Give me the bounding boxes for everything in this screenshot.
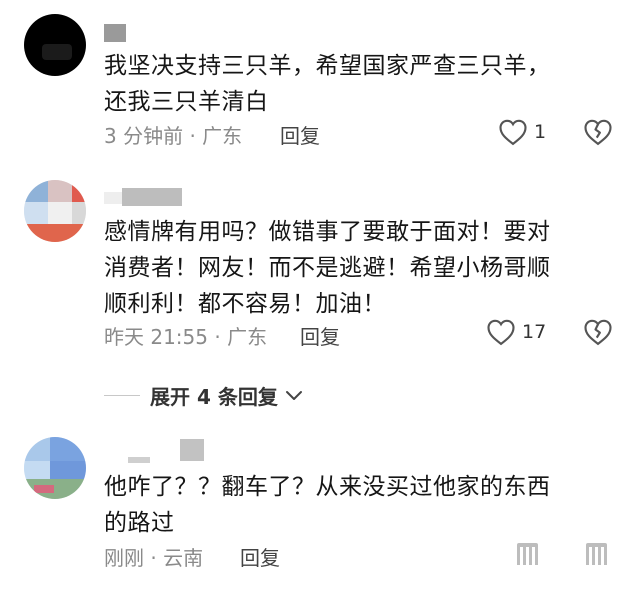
like-button[interactable]: 1 (498, 118, 546, 146)
broken-heart-icon (584, 319, 612, 346)
comment-item: 感情牌有用吗？做错事了要敢于面对！要对 消费者！网友！而不是逃避！希望小杨哥顺 … (0, 160, 640, 370)
avatar[interactable] (24, 14, 86, 76)
comment-text: 他咋了？？翻车了？从来没买过他家的东西 的路过 (104, 474, 551, 536)
comment-time-location: 刚刚 · 云南 (104, 546, 204, 570)
heart-outline-icon (487, 319, 515, 346)
expand-replies-button[interactable]: 展开 4 条回复 (104, 381, 304, 410)
placeholder-icon (517, 543, 538, 565)
avatar[interactable] (24, 180, 86, 242)
comment-time-location: 3 分钟前 · 广东 (104, 124, 243, 148)
comment-text: 我坚决支持三只羊，希望国家严查三只羊， 还我三只羊清白 (104, 53, 551, 115)
comment-item: 我坚决支持三只羊，希望国家严查三只羊， 还我三只羊清白 3 分钟前 · 广东 回… (0, 0, 640, 160)
broken-heart-icon (584, 119, 612, 146)
dislike-button[interactable] (583, 118, 613, 150)
dislike-button[interactable] (583, 541, 613, 573)
username[interactable] (104, 24, 144, 42)
avatar[interactable] (24, 437, 86, 499)
expand-replies-label: 展开 4 条回复 (150, 385, 278, 409)
heart-outline-icon (499, 119, 527, 146)
chevron-down-icon (285, 390, 302, 400)
like-count: 1 (534, 121, 547, 143)
like-button[interactable] (514, 541, 544, 569)
divider (104, 395, 140, 396)
comment-time-location: 昨天 21:55 · 广东 (104, 325, 268, 349)
username[interactable] (128, 437, 208, 463)
comment-item: 他咋了？？翻车了？从来没买过他家的东西 的路过 刚刚 · 云南 回复 (0, 425, 640, 590)
username[interactable] (104, 188, 184, 206)
comment-text: 感情牌有用吗？做错事了要敢于面对！要对 消费者！网友！而不是逃避！希望小杨哥顺 … (104, 219, 551, 317)
placeholder-icon (586, 543, 607, 565)
reply-button[interactable]: 回复 (300, 321, 340, 350)
like-count: 17 (522, 321, 547, 343)
like-button[interactable]: 17 (486, 318, 546, 346)
dislike-button[interactable] (583, 318, 613, 350)
reply-button[interactable]: 回复 (280, 120, 320, 149)
reply-button[interactable]: 回复 (240, 542, 280, 571)
